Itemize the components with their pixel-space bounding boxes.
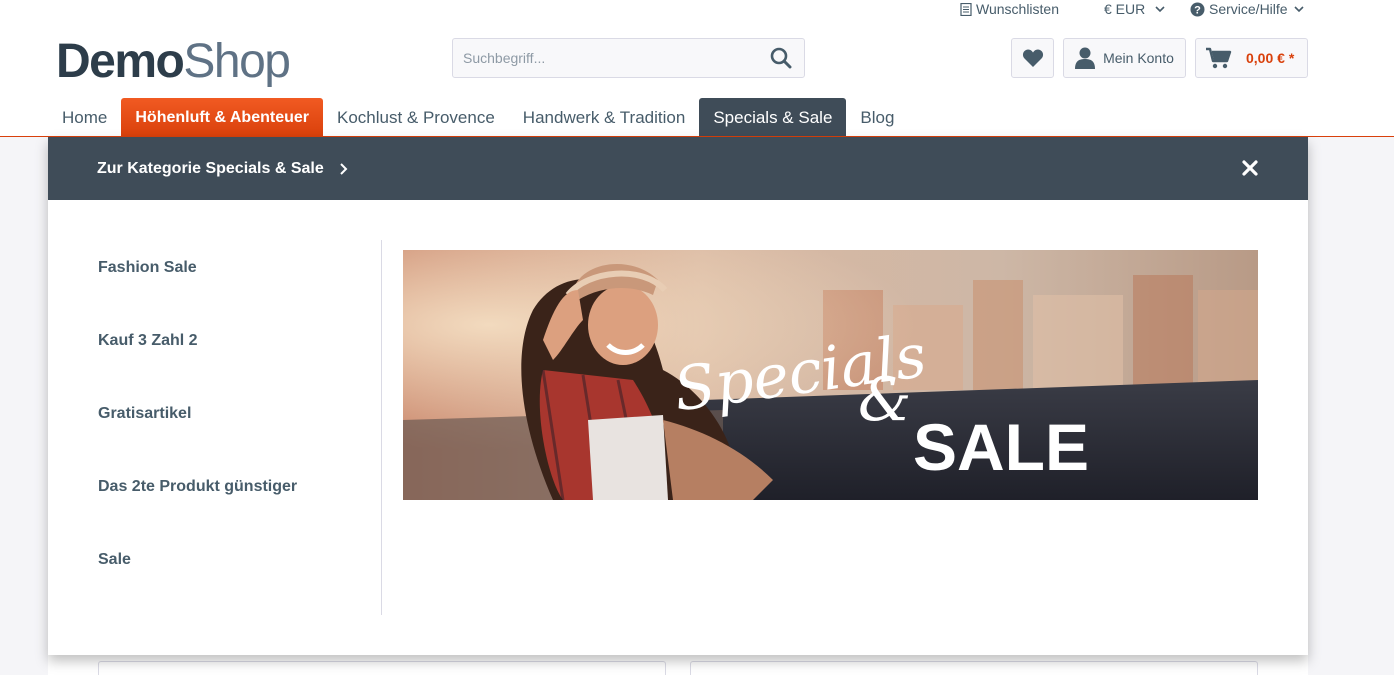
account-button[interactable]: Mein Konto xyxy=(1063,38,1186,78)
nav-item-hoehenluft[interactable]: Höhenluft & Abenteuer xyxy=(121,98,323,137)
teaser-image: Specials & SALE xyxy=(403,250,1258,500)
subcategory-gratisartikel[interactable]: Gratisartikel xyxy=(98,405,191,423)
mega-menu-header: Zur Kategorie Specials & Sale xyxy=(48,137,1308,200)
category-link-label: Zur Kategorie Specials & Sale xyxy=(97,159,324,177)
mega-menu: Zur Kategorie Specials & Sale Fashion Sa… xyxy=(48,137,1308,655)
nav-item-handwerk[interactable]: Handwerk & Tradition xyxy=(509,98,700,137)
chevron-right-icon xyxy=(340,162,348,175)
list-icon xyxy=(960,2,972,16)
account-label: Mein Konto xyxy=(1103,50,1174,66)
search-form xyxy=(452,38,805,78)
wishlist-label: Wunschlisten xyxy=(976,1,1060,17)
subcategory-list: Fashion Sale Kauf 3 Zahl 2 Gratisartikel… xyxy=(98,240,382,615)
top-bar: Wunschlisten € EUR ? Service/Hilfe xyxy=(0,0,1394,22)
nav-item-specials[interactable]: Specials & Sale xyxy=(699,98,847,137)
heart-icon xyxy=(1022,49,1043,67)
teaser-ampersand: & xyxy=(858,365,911,435)
subcategory-kauf-3-zahl-2[interactable]: Kauf 3 Zahl 2 xyxy=(98,332,198,350)
service-label: Service/Hilfe xyxy=(1209,1,1288,17)
cart-icon xyxy=(1206,47,1232,69)
subcategory-fashion-sale[interactable]: Fashion Sale xyxy=(98,259,197,277)
mega-menu-body: Fashion Sale Kauf 3 Zahl 2 Gratisartikel… xyxy=(48,200,1308,655)
search-input[interactable] xyxy=(453,39,758,77)
category-link[interactable]: Zur Kategorie Specials & Sale xyxy=(97,160,348,178)
content-card xyxy=(98,661,666,675)
teaser-sale-text: SALE xyxy=(913,410,1089,484)
help-icon: ? xyxy=(1190,2,1205,16)
wishlist-button[interactable] xyxy=(1011,38,1054,78)
search-icon xyxy=(770,47,792,69)
nav-item-home[interactable]: Home xyxy=(48,98,121,137)
close-button[interactable] xyxy=(1240,158,1260,178)
chevron-down-icon xyxy=(1155,6,1165,13)
category-teaser-banner[interactable]: Specials & SALE xyxy=(403,250,1258,500)
currency-label: € EUR xyxy=(1104,1,1146,17)
cart-button[interactable]: 0,00 € * xyxy=(1195,38,1308,78)
subcategory-sale[interactable]: Sale xyxy=(98,551,131,569)
shop-logo[interactable]: DemoShop xyxy=(56,34,291,90)
main-navigation: Home Höhenluft & Abenteuer Kochlust & Pr… xyxy=(48,98,908,137)
logo-part-demo: Demo xyxy=(56,35,185,88)
chevron-down-icon xyxy=(1294,6,1304,13)
cart-amount: 0,00 € * xyxy=(1246,50,1295,66)
service-menu[interactable]: ? Service/Hilfe xyxy=(1190,1,1306,17)
svg-text:?: ? xyxy=(1194,4,1201,16)
search-button[interactable] xyxy=(758,39,804,77)
nav-item-blog[interactable]: Blog xyxy=(846,98,908,137)
wishlist-link[interactable]: Wunschlisten xyxy=(960,1,1059,17)
logo-part-shop: Shop xyxy=(183,35,291,88)
subcategory-2te-produkt[interactable]: Das 2te Produkt günstiger xyxy=(98,478,297,496)
currency-select[interactable]: € EUR xyxy=(1104,1,1167,17)
content-card xyxy=(690,661,1258,675)
close-icon xyxy=(1242,160,1258,176)
nav-item-kochlust[interactable]: Kochlust & Provence xyxy=(323,98,509,137)
user-icon xyxy=(1075,47,1096,69)
